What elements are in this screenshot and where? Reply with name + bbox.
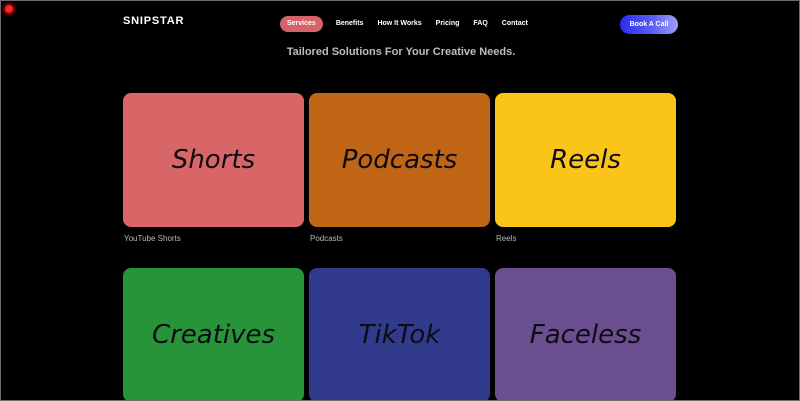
service-card-title: TikTok xyxy=(358,320,441,350)
nav-contact[interactable]: Contact xyxy=(495,16,535,32)
book-a-call-button[interactable]: Book A Call xyxy=(620,15,678,34)
service-card-creatives[interactable]: Creatives xyxy=(123,268,304,400)
red-dot-indicator xyxy=(1,1,17,17)
service-card-title: Creatives xyxy=(151,320,276,350)
service-caption: YouTube Shorts xyxy=(124,234,181,243)
nav-services[interactable]: Services xyxy=(280,16,323,32)
nav-how-it-works[interactable]: How It Works xyxy=(370,16,428,32)
service-card-title: Reels xyxy=(550,145,621,175)
browser-viewport: SNIPSTAR Services Benefits How It Works … xyxy=(0,0,800,401)
main-nav: Services Benefits How It Works Pricing F… xyxy=(280,16,535,32)
service-caption: Reels xyxy=(496,234,517,243)
nav-pricing[interactable]: Pricing xyxy=(429,16,467,32)
service-caption: Podcasts xyxy=(310,234,343,243)
service-card-tiktok[interactable]: TikTok xyxy=(309,268,490,400)
service-card-faceless[interactable]: Faceless xyxy=(495,268,676,400)
service-card-title: Podcasts xyxy=(341,145,458,175)
service-card-shorts[interactable]: Shorts xyxy=(123,93,304,227)
service-card-title: Shorts xyxy=(171,145,256,175)
service-card-reels[interactable]: Reels xyxy=(495,93,676,227)
nav-benefits[interactable]: Benefits xyxy=(329,16,371,32)
service-card-title: Faceless xyxy=(529,320,642,350)
service-card-podcasts[interactable]: Podcasts xyxy=(309,93,490,227)
nav-faq[interactable]: FAQ xyxy=(466,16,494,32)
section-tagline: Tailored Solutions For Your Creative Nee… xyxy=(286,46,516,58)
brand-logo[interactable]: SNIPSTAR xyxy=(123,15,184,27)
